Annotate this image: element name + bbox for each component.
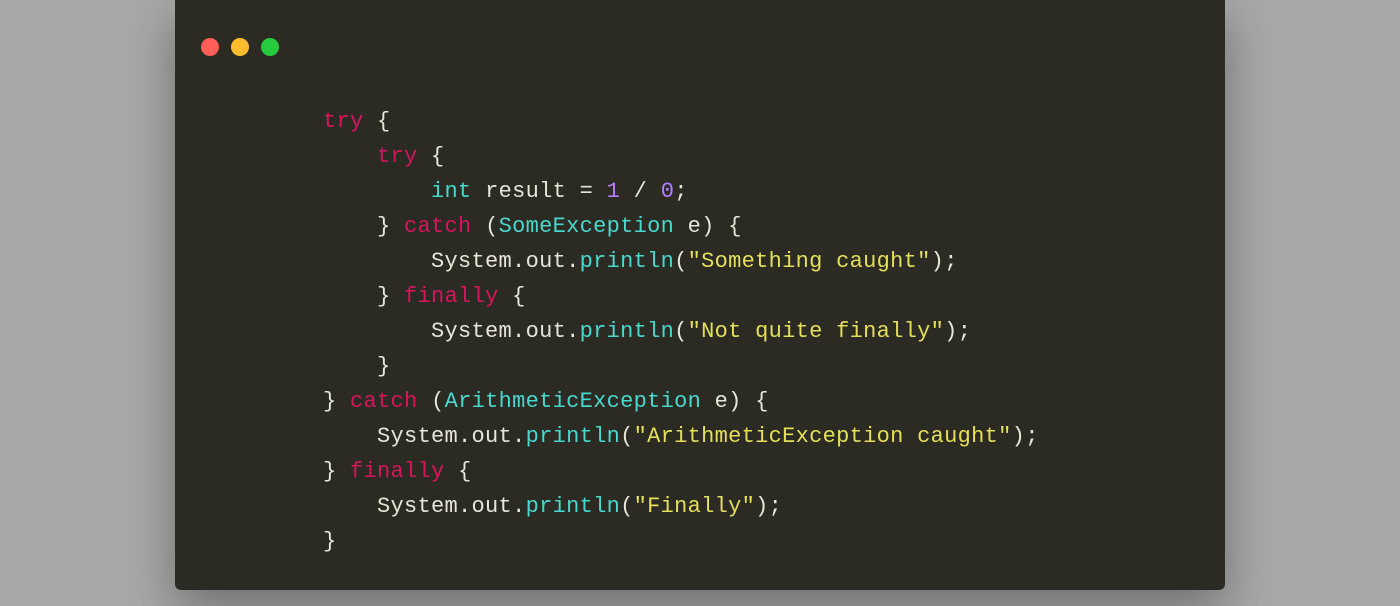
identifier-system: System [377, 494, 458, 519]
string-arithmetic-caught: "ArithmeticException caught" [634, 424, 1012, 449]
string-finally: "Finally" [634, 494, 756, 519]
type-int: int [431, 179, 472, 204]
paren-open: ( [674, 319, 688, 344]
keyword-catch: catch [350, 389, 418, 414]
string-not-quite-finally: "Not quite finally" [688, 319, 945, 344]
operator-eq: = [580, 179, 594, 204]
type-arithmetic-exception: ArithmeticException [445, 389, 702, 414]
string-something-caught: "Something caught" [688, 249, 931, 274]
maximize-icon[interactable] [261, 38, 279, 56]
brace-close: } [377, 284, 391, 309]
operator-div: / [634, 179, 648, 204]
paren-close: ) [755, 494, 769, 519]
identifier-out: out [472, 494, 513, 519]
dot: . [512, 319, 526, 344]
brace-close: } [377, 214, 391, 239]
type-some-exception: SomeException [499, 214, 675, 239]
indent [323, 214, 377, 239]
indent [323, 424, 377, 449]
indent [323, 494, 377, 519]
dot: . [566, 319, 580, 344]
semicolon: ; [769, 494, 783, 519]
indent [323, 284, 377, 309]
paren-close: ) [944, 319, 958, 344]
paren-close: ) [1012, 424, 1026, 449]
brace-open: { [431, 144, 445, 169]
brace-close: } [323, 459, 337, 484]
brace-close: } [323, 529, 337, 554]
semicolon: ; [944, 249, 958, 274]
brace-close: } [377, 354, 391, 379]
semicolon: ; [958, 319, 972, 344]
paren-open: ( [485, 214, 499, 239]
paren-open: ( [620, 424, 634, 449]
brace-close: } [323, 389, 337, 414]
indent [323, 144, 377, 169]
identifier-e: e [688, 214, 702, 239]
window-controls [201, 38, 279, 56]
method-println: println [580, 319, 675, 344]
dot: . [512, 494, 526, 519]
dot: . [566, 249, 580, 274]
keyword-catch: catch [404, 214, 472, 239]
indent [377, 319, 431, 344]
dot: . [512, 249, 526, 274]
indent [323, 319, 377, 344]
indent [377, 179, 431, 204]
method-println: println [526, 494, 621, 519]
brace-open: { [377, 109, 391, 134]
brace-open: { [512, 284, 526, 309]
method-println: println [526, 424, 621, 449]
indent [377, 249, 431, 274]
semicolon: ; [1025, 424, 1039, 449]
indent [323, 179, 377, 204]
identifier-e: e [715, 389, 729, 414]
paren-open: ( [674, 249, 688, 274]
paren-close: ) [728, 389, 742, 414]
close-icon[interactable] [201, 38, 219, 56]
dot: . [458, 424, 472, 449]
code-block: try { try { int result = 1 / 0; } catch … [323, 104, 1039, 559]
number-one: 1 [607, 179, 621, 204]
brace-open: { [755, 389, 769, 414]
paren-close: ) [701, 214, 715, 239]
identifier-out: out [526, 249, 567, 274]
keyword-try: try [377, 144, 418, 169]
keyword-finally: finally [404, 284, 499, 309]
indent [323, 354, 377, 379]
semicolon: ; [674, 179, 688, 204]
brace-open: { [728, 214, 742, 239]
indent [323, 249, 377, 274]
dot: . [512, 424, 526, 449]
identifier-out: out [472, 424, 513, 449]
keyword-try: try [323, 109, 364, 134]
dot: . [458, 494, 472, 519]
keyword-finally: finally [350, 459, 445, 484]
code-window: try { try { int result = 1 / 0; } catch … [175, 0, 1225, 590]
identifier-system: System [431, 319, 512, 344]
identifier-system: System [431, 249, 512, 274]
identifier-out: out [526, 319, 567, 344]
brace-open: { [458, 459, 472, 484]
identifier-system: System [377, 424, 458, 449]
number-zero: 0 [661, 179, 675, 204]
paren-open: ( [431, 389, 445, 414]
method-println: println [580, 249, 675, 274]
identifier-result: result [485, 179, 566, 204]
minimize-icon[interactable] [231, 38, 249, 56]
paren-open: ( [620, 494, 634, 519]
paren-close: ) [931, 249, 945, 274]
